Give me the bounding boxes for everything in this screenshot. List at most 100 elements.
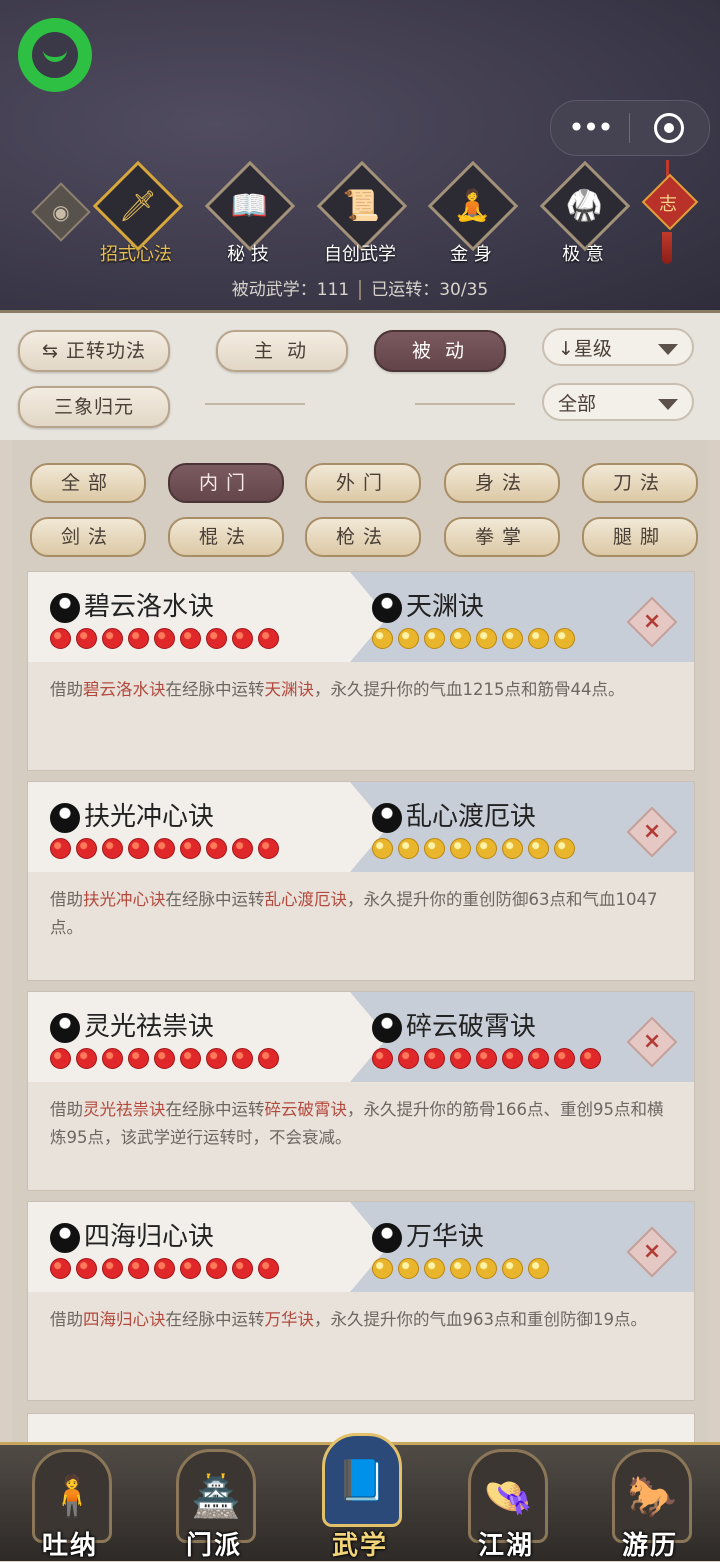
- nav-jianghu[interactable]: 👒 江湖: [446, 1445, 566, 1561]
- left-star-rating: [50, 628, 284, 650]
- star-icon: [154, 628, 175, 649]
- left-skill-name: 四海归心诀: [50, 1216, 214, 1253]
- nav-label: 武学: [331, 1531, 388, 1561]
- star-icon: [206, 838, 227, 859]
- star-icon: [528, 838, 549, 859]
- tab-miji[interactable]: 📖 秘 技: [198, 160, 298, 270]
- sanxiang-guiyuan-button[interactable]: 三象归元: [18, 386, 170, 428]
- subtab-neimen[interactable]: 内门: [168, 463, 284, 503]
- star-icon: [258, 1258, 279, 1279]
- filter-bar: ⇆ 正转功法 主 动 被 动 三象归元 ↓星级 全部: [0, 313, 720, 440]
- subtab-tuijiao[interactable]: 腿脚: [582, 517, 698, 557]
- star-icon: [50, 628, 71, 649]
- more-menu-icon[interactable]: •••: [551, 101, 629, 155]
- subtab-jianfa[interactable]: 剑法: [30, 517, 146, 557]
- right-skill-name: 乱心渡厄诀: [372, 796, 536, 833]
- tab-jinshen[interactable]: 🧘 金 身: [421, 160, 521, 270]
- right-star-rating: [372, 1048, 606, 1070]
- star-icon: [128, 628, 149, 649]
- rotate-technique-button[interactable]: ⇆ 正转功法: [18, 330, 170, 372]
- nav-youli[interactable]: 🐎 游历: [590, 1445, 710, 1561]
- star-icon: [450, 628, 471, 649]
- tab-label: 极 意: [562, 244, 604, 265]
- bottom-navigation: 🧍 吐纳 🏯 门派 📘 武学 👒 江湖 🐎 游历: [0, 1433, 720, 1561]
- subtab-quanzhang[interactable]: 拳掌: [444, 517, 560, 557]
- tab-active-skills[interactable]: 主 动: [216, 330, 348, 372]
- star-icon: [554, 1048, 575, 1069]
- skill-pair-card[interactable]: 碧云洛水诀 天渊诀 × 借助碧云洛水诀在经脉中运转天渊诀，永久提升你的气血121…: [27, 571, 695, 771]
- nav-wuxue[interactable]: 📘 武学: [300, 1433, 420, 1561]
- subtab-shenfa[interactable]: 身法: [444, 463, 560, 503]
- star-icon: [102, 628, 123, 649]
- yin-yang-icon: [50, 1012, 80, 1043]
- tab-label: 招式心法: [100, 244, 172, 265]
- star-icon: [232, 1258, 253, 1279]
- star-icon: [476, 1258, 497, 1279]
- star-icon: [398, 838, 419, 859]
- tab-zichuang-wuxue[interactable]: 📜 自创武学: [310, 160, 410, 270]
- subtab-waimen[interactable]: 外门: [305, 463, 421, 503]
- subtab-daofa[interactable]: 刀法: [582, 463, 698, 503]
- star-icon: [180, 628, 201, 649]
- star-icon: [424, 628, 445, 649]
- left-skill-name: 灵光祛祟诀: [50, 1006, 214, 1043]
- star-icon: [502, 838, 523, 859]
- star-icon: [372, 628, 393, 649]
- star-icon: [102, 1258, 123, 1279]
- star-icon: [528, 628, 549, 649]
- right-star-rating: [372, 838, 580, 860]
- chat-logo-icon[interactable]: [18, 18, 92, 92]
- star-icon: [128, 1048, 149, 1069]
- close-target-icon[interactable]: [630, 113, 708, 143]
- nav-label: 游历: [621, 1531, 678, 1561]
- right-star-rating: [372, 1258, 554, 1280]
- yin-yang-icon: [372, 592, 402, 623]
- subtab-all[interactable]: 全部: [30, 463, 146, 503]
- eye-icon[interactable]: ◉: [31, 182, 91, 242]
- chevron-down-icon: [658, 344, 678, 355]
- stats-line: 被动武学：111 已运转：30/35: [0, 275, 720, 300]
- tab-label: 金 身: [450, 244, 492, 265]
- tab-zhaoshi-xinfa[interactable]: 🗡 招式心法: [86, 160, 186, 270]
- scope-dropdown[interactable]: 全部: [542, 383, 694, 421]
- star-icon: [476, 628, 497, 649]
- skill-pair-card[interactable]: 扶光冲心诀 乱心渡厄诀 × 借助扶光冲心诀在经脉中运转乱心渡厄诀，永久提升你的重…: [27, 781, 695, 981]
- star-icon: [50, 1258, 71, 1279]
- sort-dropdown[interactable]: ↓星级: [542, 328, 694, 366]
- star-icon: [102, 838, 123, 859]
- yin-yang-icon: [50, 802, 80, 833]
- subtab-qiangfa[interactable]: 枪法: [305, 517, 421, 557]
- star-icon: [372, 1258, 393, 1279]
- star-icon: [154, 838, 175, 859]
- chinese-knot-icon[interactable]: 志: [641, 160, 699, 264]
- book-icon: 📖: [204, 160, 296, 252]
- nav-menpai[interactable]: 🏯 门派: [154, 1445, 274, 1561]
- nav-tuna[interactable]: 🧍 吐纳: [10, 1445, 130, 1561]
- star-icon: [154, 1048, 175, 1069]
- star-icon: [128, 838, 149, 859]
- star-icon: [76, 628, 97, 649]
- left-star-rating: [50, 1048, 284, 1070]
- subtab-gunfa[interactable]: 棍法: [168, 517, 284, 557]
- star-icon: [128, 1258, 149, 1279]
- divider-ornament: [205, 403, 305, 405]
- star-icon: [476, 1048, 497, 1069]
- martial-stance-icon: 🥋: [539, 160, 631, 252]
- star-icon: [424, 838, 445, 859]
- star-icon: [372, 1048, 393, 1069]
- star-icon: [154, 1258, 175, 1279]
- tab-passive-skills[interactable]: 被 动: [374, 330, 506, 372]
- star-icon: [398, 628, 419, 649]
- skill-pair-card[interactable]: 四海归心诀 万华诀 × 借助四海归心诀在经脉中运转万华诀，永久提升你的气血963…: [27, 1201, 695, 1401]
- star-icon: [450, 838, 471, 859]
- star-icon: [502, 1048, 523, 1069]
- skill-pair-card[interactable]: 灵光祛祟诀 碎云破霄诀 × 借助灵光祛祟诀在经脉中运转碎云破霄诀，永久提升你的筋…: [27, 991, 695, 1191]
- left-skill-name: 碧云洛水诀: [50, 586, 214, 623]
- skill-description: 借助灵光祛祟诀在经脉中运转碎云破霄诀，永久提升你的筋骨166点、重创95点和横炼…: [50, 1100, 664, 1147]
- star-icon: [76, 1048, 97, 1069]
- tab-jiyi[interactable]: 🥋 极 意: [533, 160, 633, 270]
- star-icon: [450, 1048, 471, 1069]
- star-icon: [180, 1048, 201, 1069]
- star-icon: [398, 1048, 419, 1069]
- running-count: 已运转：30/35: [371, 280, 489, 300]
